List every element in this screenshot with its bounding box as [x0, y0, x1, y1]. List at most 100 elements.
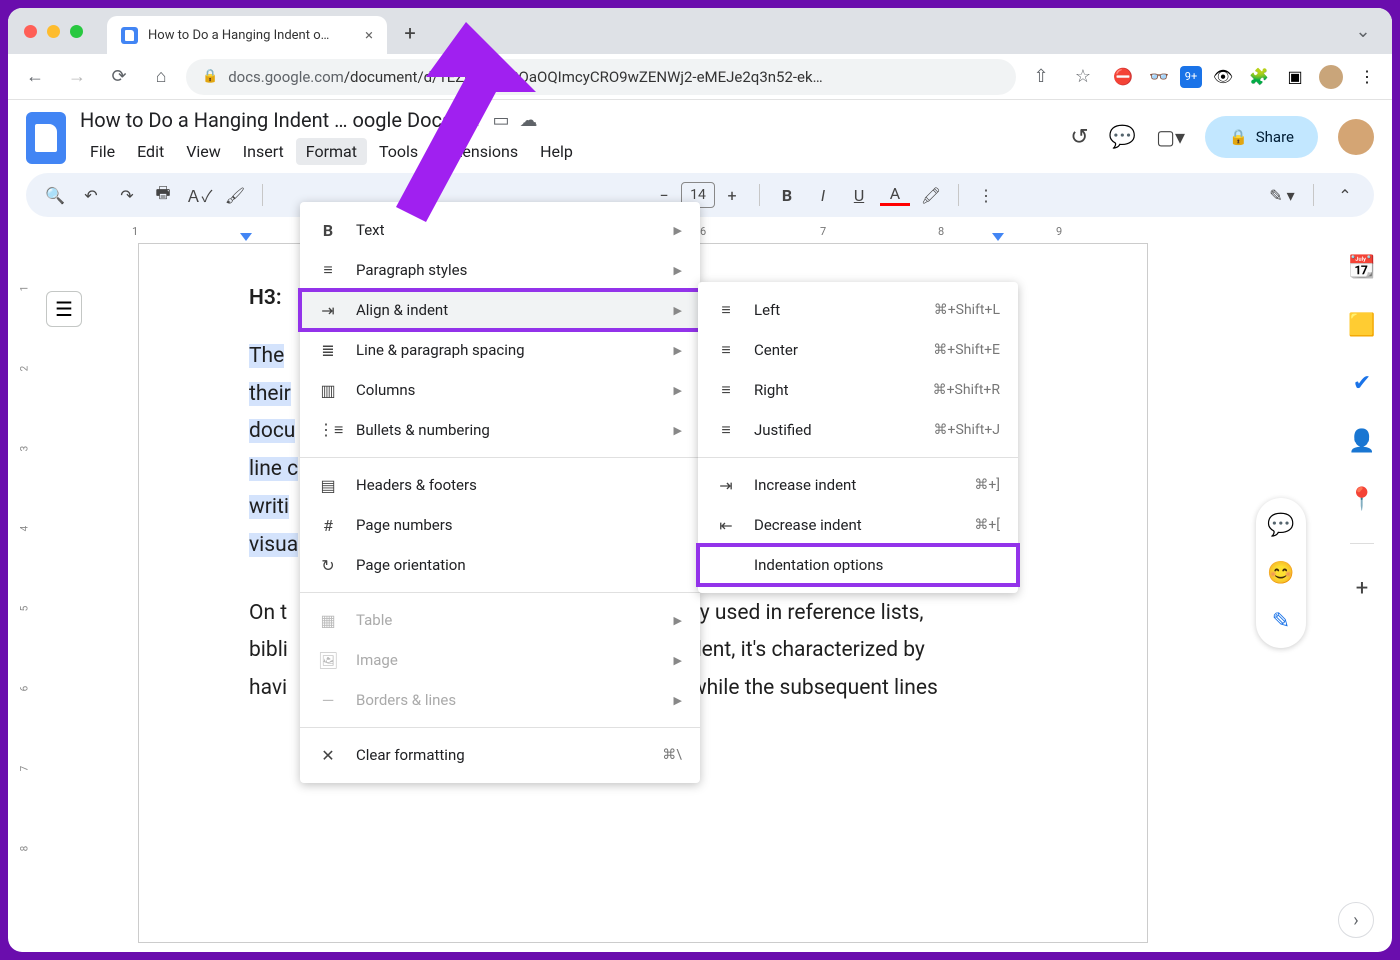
back-button[interactable]: ← [18, 60, 52, 94]
indent-marker-left[interactable] [240, 233, 252, 241]
add-addon-icon[interactable]: + [1348, 574, 1376, 602]
profile-avatar-icon[interactable] [1316, 62, 1346, 92]
history-icon[interactable]: ↺ [1070, 125, 1088, 150]
indent-marker-right[interactable] [992, 233, 1004, 241]
font-size-plus[interactable]: + [717, 180, 747, 210]
submenu-item-increase-indent[interactable]: ⇥Increase indent⌘+] [698, 465, 1018, 505]
menu-item-page-numbers[interactable]: #Page numbers [300, 505, 700, 545]
keep-icon[interactable]: 🟨 [1348, 311, 1376, 339]
menu-edit[interactable]: Edit [127, 138, 174, 165]
menu-item-paragraph-styles[interactable]: ≡Paragraph styles▶ [300, 250, 700, 290]
emoji-react-icon[interactable]: 😊 [1264, 556, 1298, 590]
close-tab-icon[interactable]: × [365, 26, 373, 44]
add-comment-icon[interactable]: 💬 [1264, 508, 1298, 542]
menu-view[interactable]: View [176, 138, 231, 165]
text-color-icon[interactable]: A [880, 184, 910, 206]
reload-button[interactable]: ⟳ [102, 60, 136, 94]
menu-item-headers-footers[interactable]: ▤Headers & footers [300, 465, 700, 505]
menu-item-table: ▦Table▶ [300, 600, 700, 640]
highlight-icon[interactable]: 🖍 [916, 180, 946, 210]
window-controls [24, 25, 83, 38]
browser-toolbar: ← → ⟳ ⌂ 🔒 docs.google.com/document/d/1EZ… [8, 54, 1392, 100]
extension-blue-icon[interactable]: 9+ [1180, 66, 1202, 88]
docs-logo-icon[interactable] [26, 112, 66, 164]
share-button[interactable]: 🔒 Share [1205, 116, 1318, 158]
extensions-area: ⛔ 👓 9+ 👁 🧩 ▣ ⋮ [1108, 62, 1382, 92]
menu-item-image: 🖼Image▶ [300, 640, 700, 680]
forward-button[interactable]: → [60, 60, 94, 94]
bookmark-star-icon[interactable]: ☆ [1066, 60, 1100, 94]
minimize-window-button[interactable] [47, 25, 60, 38]
menu-bar: File Edit View Insert Format Tools Exten… [80, 138, 1056, 165]
star-icon[interactable]: ☆ [466, 110, 482, 131]
new-tab-button[interactable]: + [395, 18, 425, 48]
scroll-right-button[interactable]: › [1338, 902, 1374, 938]
redo-icon[interactable]: ↷ [112, 180, 142, 210]
meet-icon[interactable]: ▢▾ [1156, 125, 1185, 149]
comments-icon[interactable]: 💬 [1109, 125, 1136, 150]
document-outline-button[interactable]: ☰ [46, 291, 82, 327]
undo-icon[interactable]: ↶ [76, 180, 106, 210]
submenu-item-indentation-options[interactable]: Indentation options [698, 545, 1018, 585]
menu-item-text[interactable]: BText▶ [300, 210, 700, 250]
ruler-tick: 8 [938, 225, 944, 238]
menu-format[interactable]: Format [296, 138, 367, 165]
submenu-item-right[interactable]: ≡Right⌘+Shift+R [698, 370, 1018, 410]
zoom-icon[interactable] [275, 180, 297, 210]
sidepanel-icon[interactable]: ▣ [1280, 62, 1310, 92]
collapse-toolbar-icon[interactable]: ⌃ [1330, 180, 1360, 210]
browser-menu-icon[interactable]: ⋮ [1352, 62, 1382, 92]
paint-format-icon[interactable]: 🖌 [220, 180, 250, 210]
extension-dark-icon[interactable]: 👓 [1144, 62, 1174, 92]
menu-item-line-spacing[interactable]: ≣Line & paragraph spacing▶ [300, 330, 700, 370]
underline-icon[interactable]: U [844, 180, 874, 210]
home-button[interactable]: ⌂ [144, 60, 178, 94]
submenu-item-decrease-indent[interactable]: ⇤Decrease indent⌘+[ [698, 505, 1018, 545]
calendar-icon[interactable]: 📆 [1348, 253, 1376, 281]
cloud-status-icon[interactable]: ☁ [519, 110, 537, 131]
maximize-window-button[interactable] [70, 25, 83, 38]
menu-help[interactable]: Help [530, 138, 583, 165]
menu-item-align-indent[interactable]: ⇥Align & indent▶ [300, 290, 700, 330]
ruler-tick: 1 [132, 225, 138, 238]
menu-tools[interactable]: Tools [369, 138, 428, 165]
address-bar[interactable]: 🔒 docs.google.com/document/d/1EZ6Q52PROa… [186, 59, 1016, 95]
bold-icon[interactable]: B [772, 180, 802, 210]
editing-mode-icon[interactable]: ✎ ▾ [1267, 180, 1297, 210]
menu-item-page-orientation[interactable]: ↻Page orientation [300, 545, 700, 585]
tasks-icon[interactable]: ✔ [1348, 369, 1376, 397]
account-avatar[interactable] [1338, 119, 1374, 155]
formatting-toolbar: 🔍 ↶ ↷ 🖶 Ａ✓ 🖌 − 14 + B I U A 🖍 ⋮ ✎ ▾ ⌃ [26, 173, 1374, 217]
search-menus-icon[interactable]: 🔍 [40, 180, 70, 210]
menu-insert[interactable]: Insert [233, 138, 294, 165]
submenu-item-justified[interactable]: ≡Justified⌘+Shift+J [698, 410, 1018, 450]
menu-extensions[interactable]: Extensions [430, 138, 528, 165]
tabs-dropdown-icon[interactable]: ⌄ [1346, 14, 1380, 48]
submenu-item-center[interactable]: ≡Center⌘+Shift+E [698, 330, 1018, 370]
menu-file[interactable]: File [80, 138, 125, 165]
share-url-icon[interactable]: ⇧ [1024, 60, 1058, 94]
menu-item-columns[interactable]: ▥Columns▶ [300, 370, 700, 410]
suggest-edit-icon[interactable]: ✎ [1264, 604, 1298, 638]
browser-tab[interactable]: How to Do a Hanging Indent o… × [107, 16, 387, 54]
ruler-tick: 7 [820, 225, 826, 238]
more-toolbar-icon[interactable]: ⋮ [971, 180, 1001, 210]
close-window-button[interactable] [24, 25, 37, 38]
print-icon[interactable]: 🖶 [148, 180, 178, 210]
move-icon[interactable]: ▭ [492, 110, 509, 131]
menu-item-clear-formatting[interactable]: ✕Clear formatting⌘\ [300, 735, 700, 775]
vertical-ruler[interactable]: 1 2 3 4 5 6 7 8 [22, 243, 38, 952]
maps-icon[interactable]: 📍 [1348, 485, 1376, 513]
extensions-puzzle-icon[interactable]: 🧩 [1244, 62, 1274, 92]
document-title[interactable]: How to Do a Hanging Indent … oogle Docs [80, 108, 452, 132]
extension-eye-icon[interactable]: 👁 [1208, 62, 1238, 92]
browser-tab-strip: How to Do a Hanging Indent o… × + ⌄ [8, 8, 1392, 54]
contacts-icon[interactable]: 👤 [1348, 427, 1376, 455]
italic-icon[interactable]: I [808, 180, 838, 210]
ruler-tick: 6 [700, 225, 706, 238]
menu-item-bullets-numbering[interactable]: ⋮≡Bullets & numbering▶ [300, 410, 700, 450]
spellcheck-icon[interactable]: Ａ✓ [184, 180, 214, 210]
floating-comment-tools: 💬 😊 ✎ [1256, 498, 1306, 648]
extension-ublock-icon[interactable]: ⛔ [1108, 62, 1138, 92]
submenu-item-left[interactable]: ≡Left⌘+Shift+L [698, 290, 1018, 330]
